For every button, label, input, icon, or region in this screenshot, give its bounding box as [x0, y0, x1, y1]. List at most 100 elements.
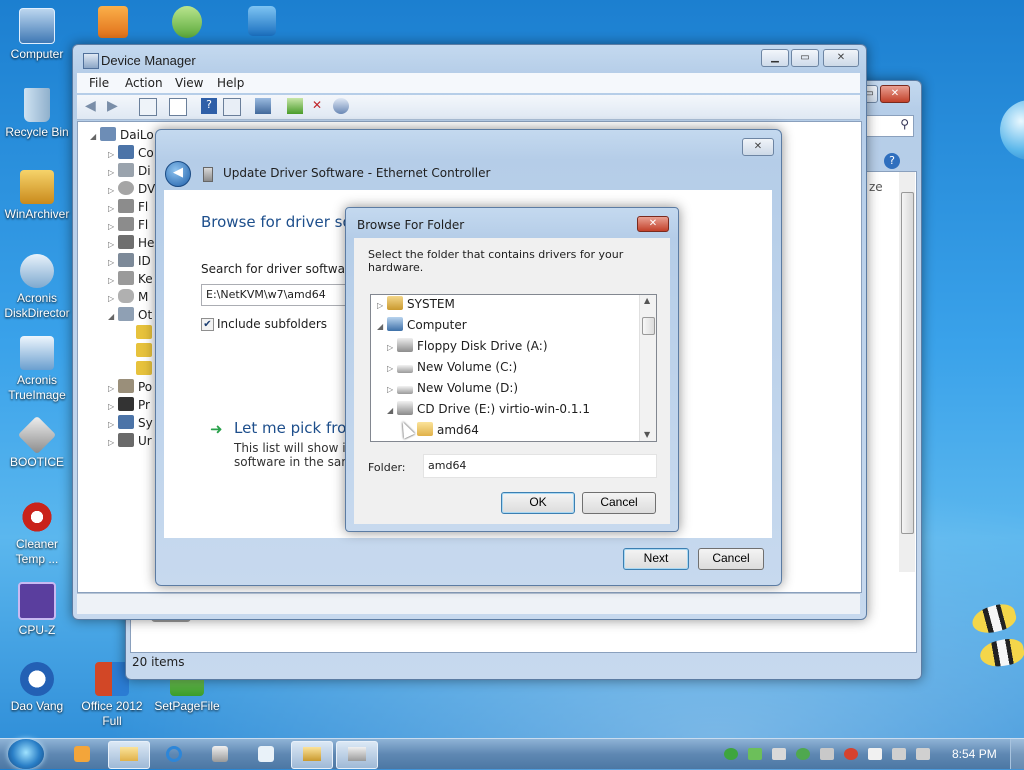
tree-item[interactable]: ▷ Po [108, 378, 152, 396]
tree-subitem[interactable] [136, 342, 156, 360]
tree-item[interactable]: ▷ Ke [108, 270, 153, 288]
desktop-icon-cpu-z[interactable]: CPU-Z [1, 582, 73, 638]
tree-item[interactable]: ▷ Fl [108, 198, 148, 216]
next-button[interactable]: Next [623, 548, 689, 570]
show-hide-icon[interactable] [169, 98, 187, 116]
tree-subitem[interactable] [136, 324, 156, 342]
menu-view[interactable]: View [175, 76, 203, 90]
scroll-thumb[interactable] [901, 192, 914, 534]
close-button[interactable]: ✕ [823, 49, 859, 67]
view-icon[interactable] [223, 98, 241, 116]
folder-tree-item[interactable]: amd64 [407, 421, 479, 439]
folder-tree-item[interactable]: ▷ SYSTEM [377, 295, 455, 313]
tray-app-icon[interactable] [820, 748, 834, 760]
tree-item[interactable]: ▷ DV [108, 180, 155, 198]
tree-item[interactable]: ▷ He [108, 234, 154, 252]
menu-help[interactable]: Help [217, 76, 244, 90]
tree-root[interactable]: ◢ DaiLo [90, 126, 154, 144]
tree-item[interactable]: ▷ Sy [108, 414, 153, 432]
folder-tree-item[interactable]: ▷ New Volume (D:) [387, 379, 518, 397]
help-icon[interactable]: ? [201, 98, 217, 114]
folder-tree-item[interactable]: ◢ CD Drive (E:) virtio-win-0.1.1 [387, 400, 590, 418]
minimize-button[interactable]: ▁ [761, 49, 789, 67]
vertical-scrollbar[interactable] [899, 172, 915, 572]
tree-item[interactable]: ▷ M [108, 288, 148, 306]
tree-item[interactable]: ▷ Co [108, 144, 154, 162]
tree-item[interactable]: ▷ ID [108, 252, 151, 270]
folder-tree-item[interactable]: ▷ Floppy Disk Drive (A:) [387, 337, 548, 355]
tree-item[interactable]: ◢ Ot [108, 306, 152, 324]
scan-hardware-icon[interactable] [255, 98, 271, 114]
media-icon[interactable] [796, 748, 810, 760]
properties-icon[interactable] [139, 98, 157, 116]
back-button[interactable]: ◀ [165, 161, 191, 187]
taskbar-driver-dialog[interactable] [291, 741, 333, 769]
uninstall-icon[interactable]: ✕ [309, 98, 325, 114]
desktop-icon-cleaner-temp[interactable]: Cleaner Temp ... [1, 500, 73, 567]
show-desktop-button[interactable] [1010, 739, 1024, 769]
tree-subitem[interactable] [136, 360, 156, 378]
volume-icon[interactable] [916, 748, 930, 760]
tree-item[interactable]: ▷ Di [108, 162, 151, 180]
vertical-scrollbar[interactable]: ▲ ▼ [639, 295, 656, 441]
taskbar-app[interactable] [246, 741, 286, 767]
scroll-up-arrow[interactable]: ▲ [644, 296, 650, 305]
include-subfolders-checkbox[interactable]: ✔ [201, 318, 214, 331]
network-icon[interactable] [724, 748, 738, 760]
desktop-icon-acronis-diskdirector[interactable]: Acronis DiskDirector [1, 254, 73, 321]
desktop-icon-dao-vang[interactable]: Dao Vang [1, 662, 73, 714]
start-button[interactable] [8, 739, 44, 769]
action-center-flag-icon[interactable] [868, 748, 882, 760]
taskbar-internet-explorer[interactable] [154, 741, 194, 767]
desktop-icon-label: Cleaner Temp ... [15, 537, 59, 566]
tray-app-icon[interactable] [772, 748, 786, 760]
forward-arrow-icon[interactable]: ▶ [107, 98, 123, 114]
search-box[interactable]: ⚲ [864, 115, 914, 137]
tree-item[interactable]: ▷ Fl [108, 216, 148, 234]
taskbar-media-player[interactable] [62, 741, 102, 767]
desktop-icon-winarchiver[interactable]: WinArchiver [1, 170, 73, 222]
ok-button[interactable]: OK [501, 492, 575, 514]
desktop-icon-recycle-bin[interactable]: Recycle Bin [1, 88, 73, 140]
scroll-down-arrow[interactable]: ▼ [644, 430, 650, 439]
pick-driver-link[interactable]: Let me pick from [234, 419, 361, 437]
update-driver-icon[interactable] [287, 98, 303, 114]
desktop-icon-computer[interactable]: Computer [1, 8, 73, 62]
tree-item[interactable]: ▷ Ur [108, 432, 152, 450]
taskbar-explorer[interactable] [108, 741, 150, 769]
disable-icon[interactable] [333, 98, 349, 114]
desktop-icon-teamviewer[interactable] [248, 6, 276, 36]
maximize-button[interactable]: ▭ [791, 49, 819, 67]
folder-tree-item[interactable]: ◢ Computer [377, 316, 467, 334]
desktop-icon-green-app[interactable] [172, 6, 202, 38]
scroll-thumb[interactable] [642, 317, 655, 335]
close-button[interactable]: ✕ [637, 216, 669, 232]
menu-action[interactable]: Action [125, 76, 163, 90]
close-button[interactable]: ✕ [880, 85, 910, 103]
user-folder-icon [387, 296, 403, 310]
help-icon[interactable]: ? [884, 153, 900, 169]
clock[interactable]: 8:54 PM [952, 747, 997, 761]
taskbar-device-manager[interactable] [336, 741, 378, 769]
include-subfolders-label[interactable]: Include subfolders [217, 317, 327, 331]
folder-tree-item[interactable]: ▷ New Volume (C:) [387, 358, 517, 376]
security-icon[interactable] [748, 748, 762, 760]
desktop-icon-label: Acronis TrueImage [8, 373, 66, 402]
folder-input[interactable]: amd64 [423, 454, 657, 478]
desktop-icon-winrar[interactable] [98, 6, 128, 38]
browse-for-folder-dialog[interactable]: Browse For Folder ✕ Select the folder th… [345, 207, 679, 532]
close-button[interactable]: ✕ [742, 138, 774, 156]
mouse-icon [118, 289, 134, 303]
menu-file[interactable]: File [89, 76, 109, 90]
network-status-icon[interactable] [892, 748, 906, 760]
cancel-button[interactable]: Cancel [582, 492, 656, 514]
back-arrow-icon[interactable]: ◀ [85, 98, 101, 114]
tray-app-icon[interactable] [844, 748, 858, 760]
page-heading: Browse for driver sof [201, 213, 357, 231]
cancel-button[interactable]: Cancel [698, 548, 764, 570]
desktop-icon-bootice[interactable]: BOOTICE [1, 415, 73, 470]
folder-tree[interactable]: ▷ SYSTEM ◢ Computer ▷ Floppy Disk Drive (A:… [370, 294, 657, 442]
tree-item[interactable]: ▷ Pr [108, 396, 150, 414]
desktop-icon-acronis-trueimage[interactable]: Acronis TrueImage [1, 336, 73, 403]
taskbar-app[interactable] [200, 741, 240, 767]
